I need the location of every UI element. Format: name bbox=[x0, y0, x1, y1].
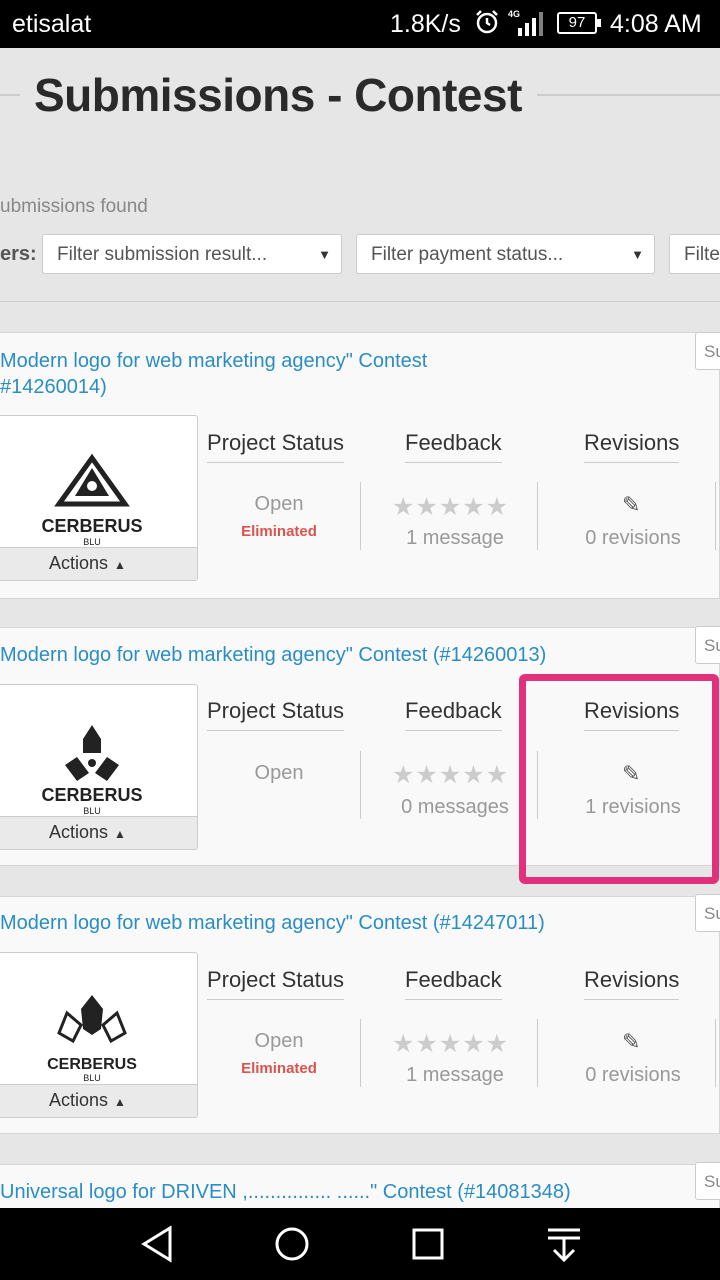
divider bbox=[0, 301, 720, 302]
cerberus-logo-heads: CERBERUS BLU bbox=[41, 725, 143, 815]
home-icon[interactable] bbox=[272, 1224, 312, 1264]
select-placeholder: Filter payment status... bbox=[371, 244, 564, 265]
title-line: Modern logo for web marketing agency" Co… bbox=[0, 350, 428, 372]
feedback-header: Feedback bbox=[405, 967, 502, 1000]
submission-tag[interactable]: Su bbox=[695, 894, 720, 932]
submission-title-link[interactable]: Modern logo for web marketing agency" Co… bbox=[0, 642, 546, 668]
svg-text:BLU: BLU bbox=[83, 537, 101, 546]
submission-tag[interactable]: Su bbox=[695, 332, 720, 370]
messages-count[interactable]: 1 message bbox=[370, 1064, 540, 1087]
alarm-icon bbox=[476, 10, 498, 34]
rating-stars[interactable]: ★★★★★ bbox=[392, 760, 509, 790]
submission-title-link[interactable]: Modern logo for web marketing agency" Co… bbox=[0, 910, 545, 936]
pencil-icon: ✎ bbox=[622, 492, 641, 517]
submissions-found-text: ubmissions found bbox=[0, 196, 148, 217]
page: Submissions - Contest ubmissions found e… bbox=[0, 48, 720, 1208]
back-icon[interactable] bbox=[138, 1224, 178, 1264]
actions-button[interactable]: Actions ▲ bbox=[0, 816, 197, 849]
caret-up-icon: ▲ bbox=[114, 1095, 126, 1109]
dropdown-caret-icon: ▼ bbox=[318, 247, 331, 262]
project-status-value: Open bbox=[254, 1030, 304, 1052]
cerberus-logo-dogs: CERBERUS BLU bbox=[47, 995, 137, 1083]
title-rule-right bbox=[537, 94, 720, 96]
caret-up-icon: ▲ bbox=[114, 558, 126, 572]
actions-label: Actions bbox=[49, 1090, 109, 1110]
project-status-header: Project Status bbox=[207, 967, 344, 1000]
submission-thumbnail[interactable]: CERBERUS BLU Actions ▲ bbox=[0, 952, 198, 1118]
divider bbox=[360, 482, 361, 550]
submission-thumbnail[interactable]: CERBERUS BLU Actions ▲ bbox=[0, 684, 198, 850]
project-status-value: Open bbox=[254, 762, 304, 784]
carrier-name: etisalat bbox=[12, 10, 92, 38]
android-navigation-bar bbox=[0, 1208, 720, 1280]
divider bbox=[537, 482, 538, 550]
page-title: Submissions - Contest bbox=[34, 69, 522, 121]
divider bbox=[715, 482, 716, 550]
svg-text:BLU: BLU bbox=[83, 806, 101, 815]
filter-payment-status-select[interactable]: Filter payment status... ▼ bbox=[356, 234, 655, 274]
filter-third-select[interactable]: Filte bbox=[669, 234, 720, 274]
project-status-value: Open bbox=[254, 493, 304, 515]
dropdown-caret-icon: ▼ bbox=[631, 247, 644, 262]
feedback-header: Feedback bbox=[405, 430, 502, 463]
submission-tag[interactable]: Su bbox=[695, 1162, 720, 1200]
rating-stars[interactable]: ★★★★★ bbox=[392, 492, 509, 522]
notifications-down-icon[interactable] bbox=[544, 1224, 584, 1264]
svg-text:CERBERUS: CERBERUS bbox=[47, 1056, 137, 1073]
clock: 4:08 AM bbox=[610, 10, 702, 38]
select-placeholder: Filte bbox=[684, 244, 720, 265]
signal-icon: 4G bbox=[508, 9, 543, 36]
divider bbox=[360, 1019, 361, 1087]
recents-icon[interactable] bbox=[408, 1224, 448, 1264]
highlight-box bbox=[519, 674, 719, 884]
actions-button[interactable]: Actions ▲ bbox=[0, 1084, 197, 1117]
messages-count[interactable]: 0 messages bbox=[370, 796, 540, 819]
revisions-header: Revisions bbox=[584, 430, 680, 463]
svg-text:4G: 4G bbox=[508, 9, 520, 19]
divider bbox=[715, 1019, 716, 1087]
svg-text:CERBERUS: CERBERUS bbox=[41, 785, 142, 805]
title-rule-left bbox=[0, 94, 20, 96]
messages-count[interactable]: 1 message bbox=[370, 527, 540, 550]
eliminated-label: Eliminated bbox=[241, 1060, 317, 1077]
caret-up-icon: ▲ bbox=[114, 827, 126, 841]
title-line: #14260014) bbox=[0, 376, 107, 398]
submission-title-link[interactable]: Universal logo for DRIVEN ,.............… bbox=[0, 1179, 571, 1205]
actions-label: Actions bbox=[49, 553, 109, 573]
divider bbox=[537, 1019, 538, 1087]
filter-submission-result-select[interactable]: Filter submission result... ▼ bbox=[42, 234, 342, 274]
cerberus-logo-triangle: CERBERUS BLU bbox=[41, 453, 143, 546]
rating-stars[interactable]: ★★★★★ bbox=[392, 1029, 509, 1059]
revisions-count[interactable]: 0 revisions bbox=[548, 527, 718, 550]
filters-label: ers: bbox=[0, 243, 37, 265]
status-bar: etisalat 1.8K/s 4G 97 4:08 AM bbox=[0, 0, 720, 48]
submission-title-link[interactable]: Modern logo for web marketing agency" Co… bbox=[0, 348, 427, 400]
svg-text:BLU: BLU bbox=[83, 1073, 101, 1083]
project-status-header: Project Status bbox=[207, 430, 344, 463]
pencil-icon: ✎ bbox=[622, 1029, 641, 1054]
network-speed: 1.8K/s bbox=[390, 10, 461, 38]
battery-icon: 97 bbox=[557, 12, 601, 34]
submission-tag[interactable]: Su bbox=[695, 626, 720, 664]
svg-text:CERBERUS: CERBERUS bbox=[41, 516, 142, 536]
eliminated-label: Eliminated bbox=[241, 523, 317, 540]
project-status-header: Project Status bbox=[207, 698, 344, 731]
feedback-header: Feedback bbox=[405, 698, 502, 731]
revisions-header: Revisions bbox=[584, 967, 680, 1000]
actions-label: Actions bbox=[49, 822, 109, 842]
divider bbox=[360, 751, 361, 819]
actions-button[interactable]: Actions ▲ bbox=[0, 547, 197, 580]
revisions-count[interactable]: 0 revisions bbox=[548, 1064, 718, 1087]
select-placeholder: Filter submission result... bbox=[57, 244, 268, 265]
submission-thumbnail[interactable]: CERBERUS BLU Actions ▲ bbox=[0, 415, 198, 581]
